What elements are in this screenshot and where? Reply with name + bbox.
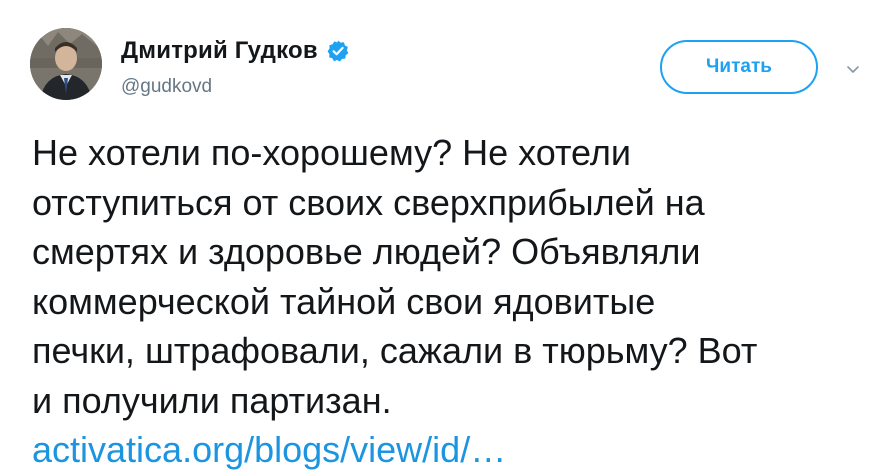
tweet-text-line: отступиться от своих сверхприбылей на bbox=[32, 181, 705, 223]
tweet-card: Дмитрий Гудков @gudkovd Читать Не хотели… bbox=[0, 0, 892, 474]
tweet-text-line: и получили партизан. bbox=[32, 379, 392, 421]
tweet-text-line: Не хотели по-хорошему? Не хотели bbox=[32, 132, 631, 173]
tweet-link[interactable]: activatica.org/blogs/view/id/… bbox=[32, 429, 506, 470]
verified-badge-icon bbox=[326, 39, 350, 63]
tweet-text: Не хотели по-хорошему? Не хотели отступи… bbox=[32, 128, 872, 475]
avatar[interactable] bbox=[30, 28, 102, 100]
author-handle[interactable]: @gudkovd bbox=[121, 76, 212, 98]
author-name-row: Дмитрий Гудков bbox=[121, 34, 350, 68]
tweet-text-line: коммерческой тайной свои ядовитые bbox=[32, 280, 656, 322]
tweet-text-line: смертях и здоровье людей? Объявляли bbox=[32, 231, 701, 272]
chevron-down-icon[interactable] bbox=[843, 60, 863, 80]
author-display-name[interactable]: Дмитрий Гудков bbox=[121, 37, 318, 65]
avatar-photo bbox=[30, 28, 102, 100]
follow-button[interactable]: Читать bbox=[660, 40, 818, 94]
tweet-text-line: печки, штрафовали, сажали в тюрьму? Вот bbox=[32, 330, 758, 371]
